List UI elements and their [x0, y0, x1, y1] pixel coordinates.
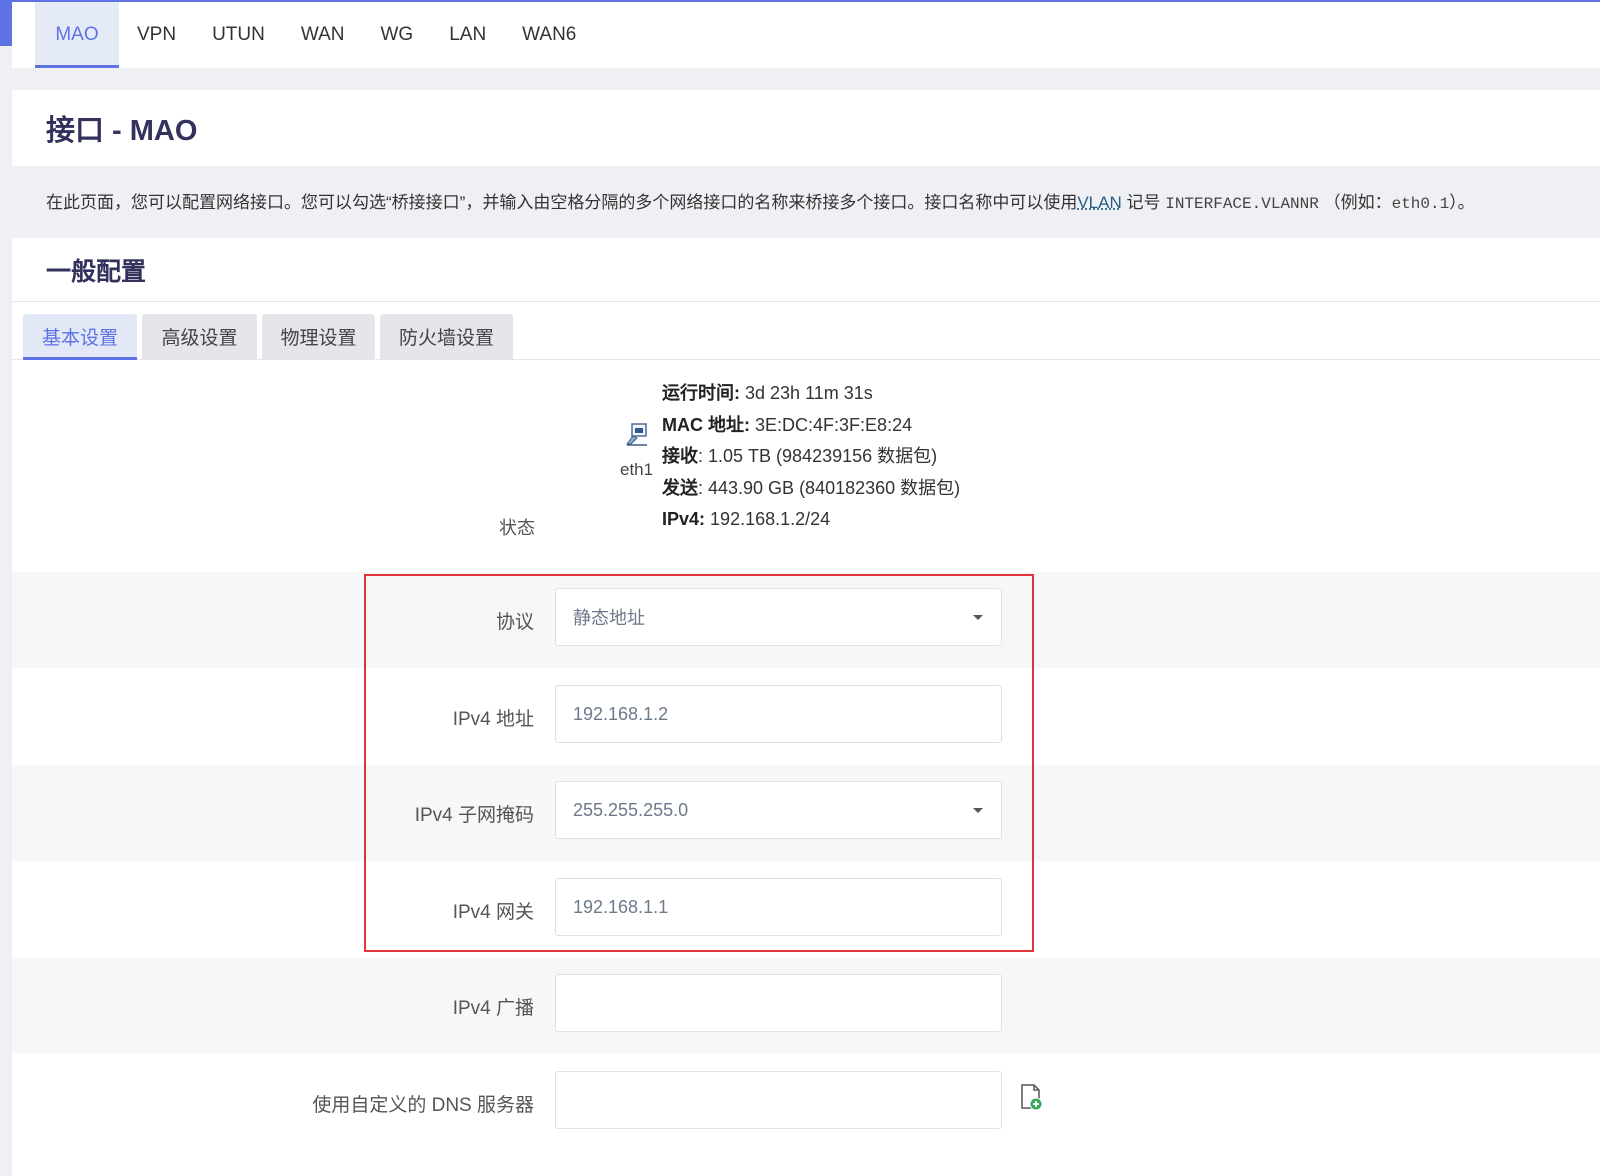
rx-label: 接收	[662, 446, 698, 466]
title-card: 接口 - MAO	[12, 90, 1600, 166]
mac-value: 3E:DC:4F:3F:E8:24	[755, 414, 913, 435]
rx-value: : 1.05 TB (984239156 数据包)	[698, 446, 938, 466]
custom-dns-row: 使用自定义的 DNS 服务器	[12, 1055, 1600, 1151]
tab-basic-settings[interactable]: 基本设置	[23, 314, 137, 360]
ipv4-netmask-value: 255.255.255.0	[573, 799, 689, 820]
ipv4-value: 192.168.1.2/24	[710, 509, 831, 529]
uptime-label: 运行时间:	[662, 383, 740, 403]
desc-text-mid: 记号	[1126, 193, 1161, 212]
ipv4-address-value: 192.168.1.2	[573, 703, 669, 724]
ipv4-gateway-row: IPv4 网关 192.168.1.1	[12, 862, 1600, 958]
section-header: 一般配置	[12, 238, 1600, 302]
caret-down-icon	[973, 615, 983, 620]
desc-text-end: ）。	[1449, 193, 1475, 212]
status-label: 状态	[499, 518, 535, 538]
tab-wan6[interactable]: WAN6	[504, 2, 594, 68]
protocol-select[interactable]: 静态地址	[555, 588, 1002, 646]
custom-dns-input[interactable]	[555, 1071, 1002, 1129]
uptime-line: 运行时间: 3d 23h 11m 31s	[662, 378, 960, 410]
vlan-abbr: VLAN	[1077, 193, 1122, 212]
tab-wg[interactable]: WG	[362, 2, 431, 68]
ipv4-broadcast-input[interactable]	[555, 974, 1002, 1032]
tab-advanced-settings[interactable]: 高级设置	[142, 314, 257, 359]
tx-line: 发送: 443.90 GB (840182360 数据包)	[662, 473, 960, 505]
tab-mao[interactable]: MAO	[35, 2, 119, 68]
page-description: 在此页面，您可以配置网络接口。您可以勾选“桥接接口”，并输入由空格分隔的多个网络…	[46, 188, 1586, 213]
ipv4-label: IPv4:	[662, 509, 706, 529]
ipv4-address-row: IPv4 地址 192.168.1.2	[12, 669, 1600, 765]
mac-line: MAC 地址: 3E:DC:4F:3F:E8:24	[662, 410, 960, 442]
ipv4-broadcast-row: IPv4 广播	[12, 958, 1600, 1054]
config-subtabs: 基本设置 高级设置 物理设置 防火墙设置	[12, 314, 1600, 360]
ipv4-broadcast-label: IPv4 广播	[452, 997, 534, 1019]
section-title: 一般配置	[46, 257, 147, 286]
tab-physical-settings[interactable]: 物理设置	[262, 314, 375, 359]
status-details: 运行时间: 3d 23h 11m 31s MAC 地址: 3E:DC:4F:3F…	[662, 378, 960, 536]
protocol-label: 协议	[495, 611, 534, 633]
page-title: 接口 - MAO	[46, 115, 198, 147]
ipv4-netmask-row: IPv4 子网掩码 255.255.255.0	[12, 765, 1600, 861]
desc-text-example: （例如：	[1323, 193, 1392, 212]
ipv4-gateway-input[interactable]: 192.168.1.1	[555, 878, 1002, 936]
ethernet-port-icon	[626, 423, 647, 446]
code-example: eth0.1	[1391, 195, 1450, 213]
add-entry-icon[interactable]	[1019, 1083, 1045, 1111]
protocol-value: 静态地址	[573, 608, 645, 628]
tab-vpn[interactable]: VPN	[119, 2, 194, 68]
tab-lan[interactable]: LAN	[431, 2, 504, 68]
tab-wan[interactable]: WAN	[283, 2, 363, 68]
desc-text: 在此页面，您可以配置网络接口。您可以勾选“桥接接口”，并输入由空格分隔的多个网络…	[46, 193, 1078, 212]
ipv4-line: IPv4: 192.168.1.2/24	[662, 504, 960, 536]
ipv4-gateway-value: 192.168.1.1	[573, 896, 669, 917]
general-config-panel: 一般配置 基本设置 高级设置 物理设置 防火墙设置 状态 eth1 运行时间: …	[12, 238, 1600, 1176]
device-name: eth1	[620, 460, 654, 479]
protocol-row: 协议 静态地址	[12, 572, 1600, 668]
left-accent-bar	[0, 0, 12, 46]
tab-utun[interactable]: UTUN	[194, 2, 283, 68]
tx-label: 发送	[662, 477, 698, 498]
ipv4-address-input[interactable]: 192.168.1.2	[555, 685, 1002, 743]
mac-label: MAC 地址:	[662, 414, 750, 435]
interface-tabs: MAO VPN UTUN WAN WG LAN WAN6	[12, 2, 1600, 68]
rx-line: 接收: 1.05 TB (984239156 数据包)	[662, 441, 960, 473]
ipv4-gateway-label: IPv4 网关	[452, 901, 534, 923]
tx-value: : 443.90 GB (840182360 数据包)	[698, 477, 961, 498]
caret-down-icon	[973, 808, 983, 813]
code-interface-vlan: INTERFACE.VLANNR	[1165, 195, 1319, 213]
ipv4-address-label: IPv4 地址	[452, 708, 534, 730]
ipv4-netmask-select[interactable]: 255.255.255.0	[555, 781, 1002, 839]
custom-dns-label: 使用自定义的 DNS 服务器	[312, 1094, 534, 1116]
uptime-value: 3d 23h 11m 31s	[745, 383, 873, 403]
ipv4-netmask-label: IPv4 子网掩码	[414, 804, 534, 826]
tab-firewall-settings[interactable]: 防火墙设置	[380, 314, 513, 359]
